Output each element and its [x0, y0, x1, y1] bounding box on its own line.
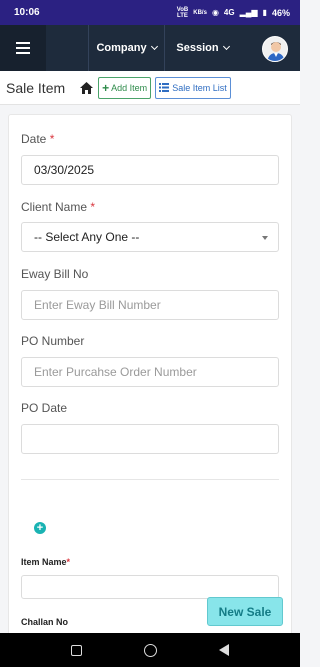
item-name-input[interactable]	[21, 575, 279, 599]
chevron-down-icon	[150, 42, 158, 51]
status-time: 10:06	[14, 7, 40, 18]
po-date-label: PO Date	[21, 401, 68, 415]
home-button[interactable]	[80, 81, 94, 94]
caret-down-icon	[262, 236, 268, 240]
date-field[interactable]: 03/30/2025	[21, 155, 279, 185]
network-type: 4G	[223, 8, 235, 17]
hotspot-icon: ◉	[211, 8, 219, 17]
recent-apps-icon[interactable]	[71, 644, 82, 656]
divider	[21, 479, 279, 480]
network-indicator: VoB LTE	[176, 6, 189, 19]
add-item-button[interactable]: + Add Item	[98, 76, 152, 99]
status-bar: 10:06 VoB LTE KB/s ◉ 4G ▂▄▆ ▮ 46%	[0, 0, 300, 25]
status-icons: VoB LTE KB/s ◉ 4G ▂▄▆ ▮ 46%	[177, 7, 290, 19]
home-circle-icon[interactable]	[144, 643, 157, 657]
page-toolbar: Sale Item + Add Item Sale Item List	[0, 71, 300, 105]
plus-icon: +	[102, 80, 110, 95]
home-icon	[80, 81, 94, 94]
challan-no-label: Challan No	[21, 617, 69, 627]
back-icon[interactable]	[219, 644, 229, 656]
required-mark: *	[90, 200, 96, 214]
signal-icon: ▂▄▆	[239, 8, 258, 17]
required-mark: *	[66, 557, 71, 567]
company-label: Company	[96, 42, 147, 54]
client-name-select[interactable]: -- Select Any One --	[21, 222, 279, 252]
data-speed-indicator: KB/s	[193, 9, 207, 16]
system-nav-bar	[0, 633, 300, 667]
eway-bill-input[interactable]: Enter Eway Bill Number	[21, 290, 279, 320]
chevron-down-icon	[222, 42, 230, 51]
required-mark: *	[49, 132, 55, 146]
sale-item-list-button[interactable]: Sale Item List	[155, 76, 231, 99]
sale-item-list-label: Sale Item List	[172, 82, 227, 93]
date-label: Date *	[21, 132, 55, 146]
hamburger-icon	[16, 42, 30, 54]
company-menu[interactable]: Company	[88, 25, 164, 71]
po-number-input[interactable]: Enter Purcahse Order Number	[21, 357, 279, 387]
list-icon	[159, 83, 170, 92]
item-name-label: Item Name*	[21, 557, 71, 567]
top-navbar: Company Session	[0, 25, 300, 71]
battery-percent: 46%	[271, 7, 290, 18]
add-row-icon[interactable]: +	[34, 522, 46, 534]
session-menu[interactable]: Session	[164, 25, 240, 71]
session-label: Session	[176, 42, 219, 54]
add-item-label: Add Item	[111, 82, 148, 93]
client-name-label: Client Name *	[21, 200, 96, 214]
new-sale-button[interactable]: New Sale	[207, 597, 283, 626]
page-title: Sale Item	[6, 79, 66, 96]
menu-button[interactable]	[0, 25, 46, 71]
avatar[interactable]	[262, 36, 288, 62]
eway-bill-label: Eway Bill No	[21, 267, 89, 281]
battery-icon: ▮	[262, 8, 267, 17]
po-date-input[interactable]	[21, 424, 279, 454]
po-number-label: PO Number	[21, 334, 85, 348]
